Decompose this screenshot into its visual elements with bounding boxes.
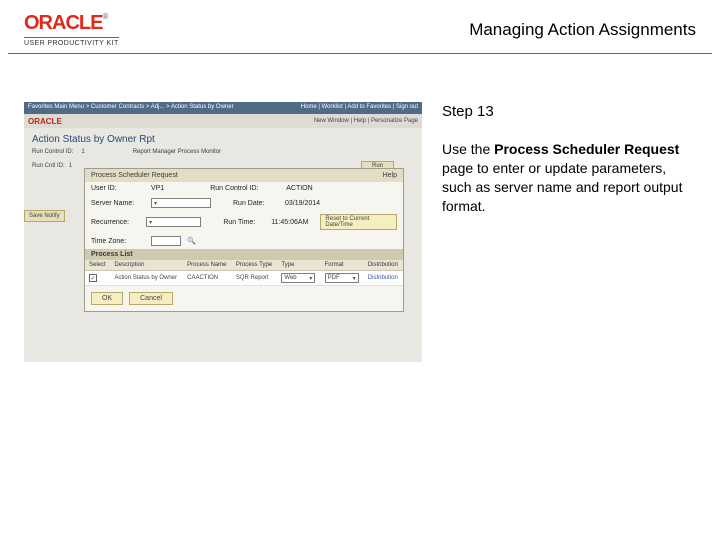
user-id-label: User ID:	[91, 185, 145, 192]
run-date-value: 03/19/2014	[285, 200, 320, 207]
shot-page-title: Action Status by Owner Rpt	[24, 128, 422, 147]
shot-runline-label: Run Cntl ID:	[32, 163, 65, 169]
modal-title: Process Scheduler Request	[91, 172, 178, 179]
process-list-header: Process List	[85, 249, 403, 260]
shot-brand-right: New Window | Help | Personalize Page	[314, 118, 418, 124]
instruction-text: Use the Process Scheduler Request page t…	[442, 140, 696, 216]
server-name-label: Server Name:	[91, 200, 145, 207]
row-format-select[interactable]: PDF	[325, 273, 359, 283]
embedded-screenshot: Favorites Main Menu > Customer Contracts…	[24, 102, 422, 362]
step-label: Step 13	[442, 102, 696, 122]
run-time-value: 11:45:06AM	[271, 219, 308, 226]
reset-datetime-button[interactable]: Reset to Current Date/Time	[320, 214, 397, 230]
col-process-type: Process Type	[232, 260, 278, 271]
col-distribution: Distribution	[364, 260, 403, 271]
shot-oracle-logo: ORACLE	[28, 117, 62, 126]
table-row: ✓ Action Status by Owner CAACTION SQR Re…	[85, 271, 403, 286]
recurrence-label: Recurrence:	[91, 219, 140, 226]
row-process-type: SQR Report	[232, 271, 278, 286]
runctrl-label: Run Control ID:	[210, 185, 280, 192]
col-format: Format	[321, 260, 364, 271]
logo-block: ORACLE® USER PRODUCTIVITY KIT	[24, 12, 119, 47]
doc-title: Managing Action Assignments	[469, 20, 696, 40]
shot-brand-bar: ORACLE New Window | Help | Personalize P…	[24, 114, 422, 128]
logo-subtitle: USER PRODUCTIVITY KIT	[24, 37, 119, 47]
col-select: Select	[85, 260, 110, 271]
timezone-input[interactable]	[151, 236, 181, 246]
row-process-name: CAACTION	[183, 271, 232, 286]
timezone-label: Time Zone:	[91, 238, 145, 245]
cancel-button[interactable]: Cancel	[129, 292, 173, 305]
row-checkbox[interactable]: ✓	[89, 274, 97, 282]
ok-button[interactable]: OK	[91, 292, 123, 305]
shot-sublinks: Report Manager Process Monitor	[133, 149, 221, 155]
instruction-panel: Step 13 Use the Process Scheduler Reques…	[442, 102, 696, 362]
modal-row-recurrence: Recurrence: Run Time: 11:45:06AM Reset t…	[85, 211, 403, 233]
modal-row-user: User ID: VP1 Run Control ID: ACTION	[85, 182, 403, 195]
shot-runctl-value: 1	[81, 149, 84, 155]
content-row: Favorites Main Menu > Customer Contracts…	[0, 54, 720, 362]
col-description: Description	[110, 260, 183, 271]
save-notify-strip[interactable]: Save Notify	[24, 210, 65, 222]
table-header-row: Select Description Process Name Process …	[85, 260, 403, 271]
modal-row-timezone: Time Zone: 🔍	[85, 233, 403, 249]
page-header: ORACLE® USER PRODUCTIVITY KIT Managing A…	[0, 0, 720, 53]
user-id-value: VP1	[151, 185, 164, 192]
process-list-table: Select Description Process Name Process …	[85, 260, 403, 286]
modal-row-server: Server Name: Run Date: 03/19/2014	[85, 195, 403, 211]
oracle-logo: ORACLE®	[24, 12, 107, 35]
modal-footer: OK Cancel	[85, 286, 403, 311]
lookup-icon[interactable]: 🔍	[187, 237, 196, 245]
row-description: Action Status by Owner	[110, 271, 183, 286]
runctrl-value: ACTION	[286, 185, 312, 192]
row-distribution-link[interactable]: Distribution	[368, 275, 398, 281]
recurrence-select[interactable]	[146, 217, 201, 227]
row-type-select[interactable]: Web	[281, 273, 315, 283]
shot-runctl-label: Run Control ID:	[32, 149, 73, 155]
shot-nav-left: Favorites Main Menu > Customer Contracts…	[28, 104, 234, 112]
shot-nav-bar: Favorites Main Menu > Customer Contracts…	[24, 102, 422, 114]
shot-runline-val: 1	[69, 163, 72, 169]
bold-page-name: Process Scheduler Request	[494, 141, 679, 157]
server-name-select[interactable]	[151, 198, 211, 208]
col-type: Type	[277, 260, 320, 271]
process-scheduler-modal: Process Scheduler Request Help User ID: …	[84, 168, 404, 312]
shot-nav-right: Home | Worklist | Add to Favorites | Sig…	[301, 104, 418, 112]
run-date-label: Run Date:	[233, 200, 279, 207]
run-time-label: Run Time:	[223, 219, 265, 226]
modal-header: Process Scheduler Request Help	[85, 169, 403, 182]
col-process-name: Process Name	[183, 260, 232, 271]
shot-subline: Run Control ID: 1 Report Manager Process…	[24, 147, 422, 159]
modal-help-link[interactable]: Help	[383, 172, 397, 179]
